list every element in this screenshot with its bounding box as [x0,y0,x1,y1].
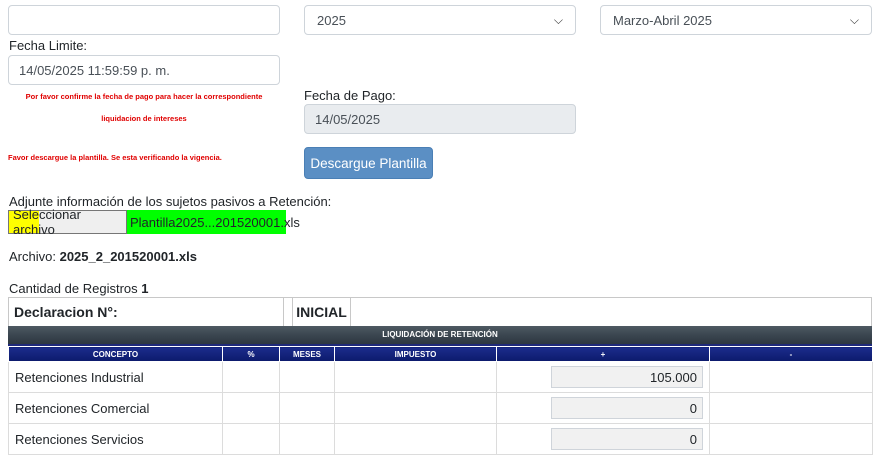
col-minus: - [709,346,873,362]
col-meses: MESES [279,346,335,362]
porcentaje-cell [222,361,280,393]
declaracion-label: Declaracion N°: [8,297,284,327]
archivo-line: Archivo: 2025_2_201520001.xls [9,249,197,264]
archivo-value: 2025_2_201520001.xls [59,249,197,264]
fecha-pago-field: 14/05/2025 [304,104,576,134]
download-template-button[interactable]: Descargue Plantilla [304,147,433,179]
registros-value: 1 [141,281,149,296]
plus-value-field[interactable]: 0 [551,428,703,450]
table-row: Retenciones Industrial 105.000 [8,361,873,393]
col-plus: + [496,346,710,362]
col-concepto: CONCEPTO [8,346,223,362]
impuesto-cell [334,361,497,393]
plus-cell: 105.000 [496,361,710,393]
impuesto-cell [334,392,497,424]
year-select-value: 2025 [317,12,346,28]
plus-value-field[interactable]: 0 [551,397,703,419]
impuesto-cell [334,423,497,455]
minus-cell [709,423,873,455]
empty-text-field[interactable] [8,5,280,35]
minus-cell [709,361,873,393]
archivo-label: Archivo: [9,249,56,264]
confirm-payment-warning: Por favor confirme la fecha de pago para… [8,86,280,130]
meses-cell [279,361,335,393]
col-impuesto: IMPUESTO [334,346,497,362]
liquidacion-header-row: CONCEPTO % MESES IMPUESTO + - [8,346,873,362]
concepto-cell: Retenciones Industrial [8,361,223,393]
choose-file-button[interactable]: Seleccionar archivo [8,207,127,237]
plus-cell: 0 [496,392,710,424]
meses-cell [279,423,335,455]
declaracion-extra [350,297,872,327]
declaracion-type: INICIAL [292,297,351,327]
file-input[interactable]: Seleccionar archivo Plantilla2025...2015… [8,207,300,237]
template-warning: Favor descargue la plantilla. Se esta ve… [8,153,222,162]
meses-cell [279,392,335,424]
liquidacion-title: LIQUIDACIÓN DE RETENCIÓN [8,326,872,347]
registros-line: Cantidad de Registros 1 [9,281,149,296]
confirm-warning-line-2: liquidacion de intereses [101,114,187,123]
period-select[interactable]: Marzo-Abril 2025 ⌵ [600,5,872,35]
table-row: Retenciones Servicios 0 [8,423,873,455]
declaracion-number [283,297,293,327]
plus-cell: 0 [496,423,710,455]
year-select[interactable]: 2025 ⌵ [304,5,576,35]
declaracion-table: Declaracion N°: INICIAL [8,297,872,327]
chevron-down-icon: ⌵ [849,12,859,27]
fecha-pago-label: Fecha de Pago: [304,88,396,103]
fecha-limite-field[interactable]: 14/05/2025 11:59:59 p. m. [8,55,280,85]
porcentaje-cell [222,423,280,455]
period-select-value: Marzo-Abril 2025 [613,12,712,28]
liquidacion-table: CONCEPTO % MESES IMPUESTO + - Retencione… [8,346,873,455]
col-porcentaje: % [222,346,280,362]
confirm-warning-line-1: Por favor confirme la fecha de pago para… [25,92,263,101]
table-row: Retenciones Comercial 0 [8,392,873,424]
minus-cell [709,392,873,424]
fecha-limite-label: Fecha Limite: [9,38,88,53]
plus-value-field[interactable]: 105.000 [551,366,703,388]
concepto-cell: Retenciones Comercial [8,392,223,424]
porcentaje-cell [222,392,280,424]
chevron-down-icon: ⌵ [553,12,563,27]
registros-label: Cantidad de Registros [9,281,138,296]
selected-file-name: Plantilla2025...201520001.xls [127,210,300,234]
concepto-cell: Retenciones Servicios [8,423,223,455]
